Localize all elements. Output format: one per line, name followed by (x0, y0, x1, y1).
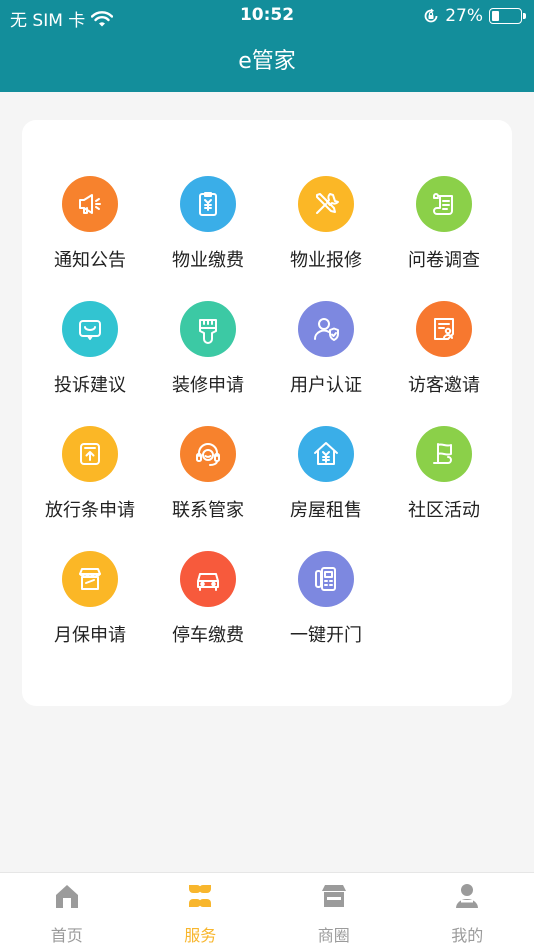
service-item-label: 物业缴费 (172, 250, 244, 271)
service-item[interactable]: 问卷调查 (385, 176, 503, 301)
tab-home[interactable]: 首页 (0, 873, 134, 950)
service-item[interactable]: 投诉建议 (31, 301, 149, 426)
bottom-tab-bar: 首页 服务 商圈 我的 (0, 872, 534, 950)
battery-level (492, 11, 500, 21)
service-item-label: 用户认证 (290, 375, 362, 396)
services-card: 通知公告 物业缴费 物业报修 问卷调查投诉建议 装修申请 用户认证 访客邀请放行条申请 联系管… (22, 120, 512, 706)
shop-icon (317, 879, 351, 917)
service-item-label: 社区活动 (408, 500, 480, 521)
service-item-label: 问卷调查 (408, 250, 480, 271)
service-item-label: 访客邀请 (408, 375, 480, 396)
flag-icon (416, 426, 472, 482)
battery-percent: 27% (445, 6, 483, 26)
service-item-label: 月保申请 (54, 625, 126, 646)
service-item[interactable]: 放行条申请 (31, 426, 149, 551)
service-item[interactable]: 物业缴费 (149, 176, 267, 301)
service-item[interactable]: 月保申请 (31, 551, 149, 676)
orientation-lock-icon (424, 8, 438, 23)
service-item[interactable]: 物业报修 (267, 176, 385, 301)
tab-grid-petal[interactable]: 服务 (134, 873, 268, 950)
service-item[interactable]: 房屋租售 (267, 426, 385, 551)
bill-icon (180, 176, 236, 232)
tab-label: 首页 (50, 926, 83, 945)
service-item-label: 放行条申请 (45, 500, 135, 521)
service-item[interactable]: 停车缴费 (149, 551, 267, 676)
upload-pass-icon (62, 426, 118, 482)
home-icon (50, 879, 84, 917)
megaphone-icon (62, 176, 118, 232)
service-item-label: 装修申请 (172, 375, 244, 396)
service-item[interactable]: 通知公告 (31, 176, 149, 301)
page-title: e管家 (238, 49, 296, 74)
service-item-label: 停车缴费 (172, 625, 244, 646)
tab-label: 商圈 (317, 926, 350, 945)
house-yen-icon (298, 426, 354, 482)
app-header: 无 SIM 卡 10:52 27% e管家 (0, 0, 534, 92)
message-box-icon (62, 301, 118, 357)
services-grid: 通知公告 物业缴费 物业报修 问卷调查投诉建议 装修申请 用户认证 访客邀请放行条申请 联系管… (22, 176, 512, 676)
user-verified-icon (298, 301, 354, 357)
grid-petal-icon (183, 879, 217, 917)
service-item[interactable]: 用户认证 (267, 301, 385, 426)
service-item-label: 物业报修 (290, 250, 362, 271)
service-item-label: 一键开门 (290, 625, 362, 646)
tools-icon (298, 176, 354, 232)
car-icon (180, 551, 236, 607)
door-phone-icon (298, 551, 354, 607)
service-item[interactable]: 联系管家 (149, 426, 267, 551)
tab-label: 我的 (451, 926, 484, 945)
status-bar: 无 SIM 卡 10:52 27% (0, 0, 534, 32)
battery-icon (489, 8, 526, 24)
service-item[interactable]: 一键开门 (267, 551, 385, 676)
tab-label: 服务 (184, 926, 217, 945)
headset-icon (180, 426, 236, 482)
tab-person[interactable]: 我的 (401, 873, 534, 950)
service-item[interactable]: 装修申请 (149, 301, 267, 426)
scroll-icon (416, 176, 472, 232)
visitor-card-icon (416, 301, 472, 357)
service-item-label: 房屋租售 (290, 500, 362, 521)
store-icon (62, 551, 118, 607)
status-right: 27% (423, 6, 526, 26)
paint-brush-icon (180, 301, 236, 357)
service-item-label: 联系管家 (172, 500, 244, 521)
service-item-label: 投诉建议 (54, 375, 126, 396)
person-icon (450, 879, 484, 917)
service-item-label: 通知公告 (54, 250, 126, 271)
service-item[interactable]: 访客邀请 (385, 301, 503, 426)
tab-shop[interactable]: 商圈 (267, 873, 401, 950)
service-item[interactable]: 社区活动 (385, 426, 503, 551)
